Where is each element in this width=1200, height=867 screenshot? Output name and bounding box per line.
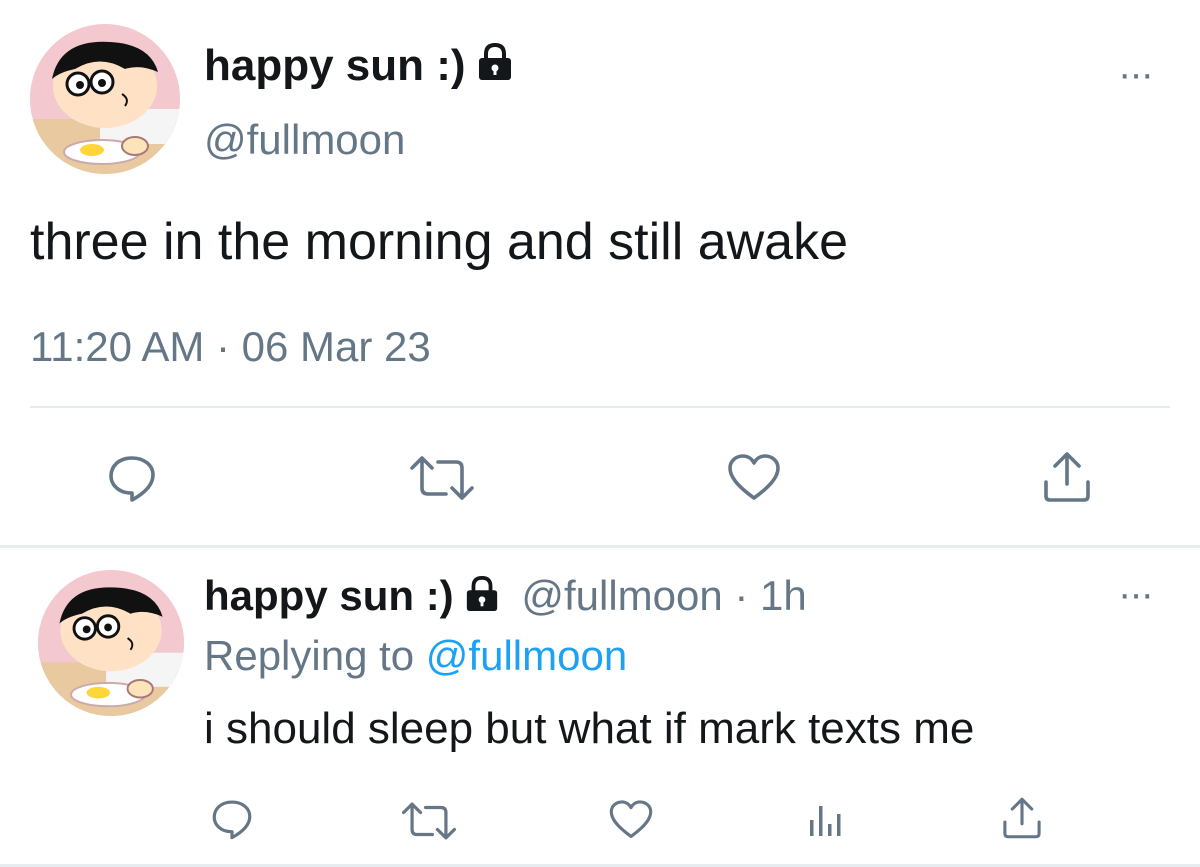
more-options-icon[interactable]: ··· (1118, 574, 1154, 614)
reply-icon[interactable] (210, 797, 254, 841)
avatar[interactable] (38, 570, 184, 716)
display-name[interactable]: happy sun :) (204, 572, 454, 619)
display-name-text[interactable]: happy sun :) (204, 41, 466, 90)
share-icon[interactable] (1000, 796, 1044, 840)
share-icon[interactable] (1040, 450, 1094, 504)
divider (30, 406, 1170, 408)
analytics-icon[interactable] (806, 800, 846, 840)
reply-icon[interactable] (106, 452, 158, 504)
replying-to: Replying to @fullmoon (204, 628, 627, 684)
more-options-icon[interactable]: ··· (1118, 54, 1154, 94)
retweet-icon[interactable] (408, 452, 476, 504)
tweet-text: i should sleep but what if mark texts me (204, 704, 975, 753)
replying-to-label: Replying to (204, 632, 415, 679)
tweet-text: three in the morning and still awake (30, 213, 849, 271)
lock-icon (476, 40, 514, 96)
handle-and-time[interactable]: @fullmoon · 1h (521, 572, 806, 619)
timestamp[interactable]: 11:20 AM · 06 Mar 23 (30, 320, 431, 374)
divider (0, 545, 1200, 548)
reply-header: happy sun :) @fullmoon · 1h (204, 568, 807, 627)
mention-link[interactable]: @fullmoon (426, 632, 627, 679)
lock-icon (464, 571, 500, 627)
heart-icon[interactable] (608, 798, 654, 842)
retweet-icon[interactable] (400, 799, 458, 843)
handle[interactable]: @fullmoon (204, 112, 405, 168)
display-name[interactable]: happy sun :) (204, 38, 514, 96)
heart-icon[interactable] (726, 452, 782, 504)
avatar[interactable] (30, 24, 180, 174)
